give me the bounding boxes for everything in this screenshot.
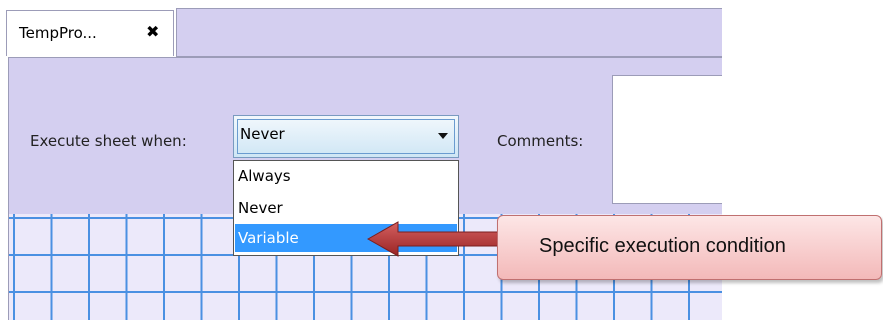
comments-field[interactable]	[612, 75, 722, 204]
callout-text: Specific execution condition	[539, 235, 786, 257]
tab-temppro[interactable]: TempPro... ✖	[6, 10, 174, 56]
tab-title: TempPro...	[19, 24, 97, 42]
execute-sheet-label: Execute sheet when:	[30, 132, 187, 150]
execute-condition-dropdown-list: Always Never Variable	[233, 160, 459, 256]
tab-strip: TempPro... ✖	[0, 0, 722, 58]
comments-label: Comments:	[497, 132, 584, 150]
dropdown-option-variable[interactable]: Variable	[235, 224, 457, 252]
chevron-down-icon[interactable]	[438, 133, 448, 139]
execute-condition-combobox[interactable]: Never	[233, 115, 459, 158]
combobox-selected-value: Never	[240, 125, 285, 143]
dropdown-option-never[interactable]: Never	[235, 194, 457, 222]
callout-box: Specific execution condition	[497, 215, 882, 280]
close-icon[interactable]: ✖	[146, 22, 159, 41]
tab-strip-empty-area	[176, 8, 722, 57]
dropdown-option-always[interactable]: Always	[235, 162, 457, 190]
